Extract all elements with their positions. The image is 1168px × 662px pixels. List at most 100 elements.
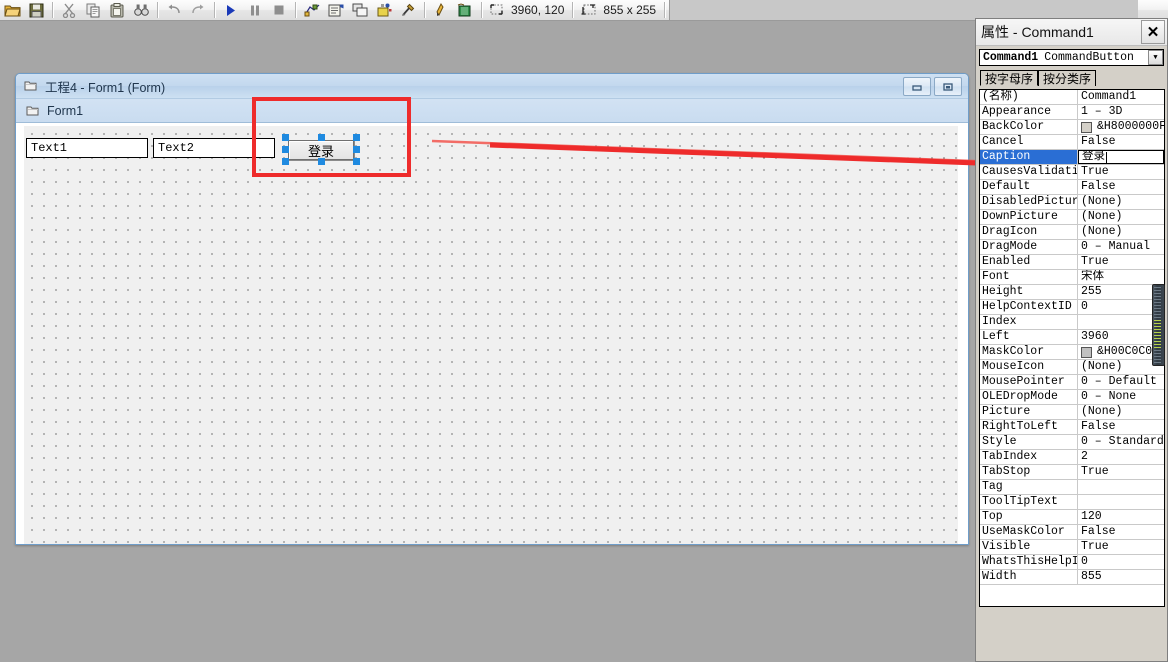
property-row[interactable]: DragMode 0 – Manual [980, 240, 1164, 255]
property-row[interactable]: Cancel False [980, 135, 1164, 150]
designer-minimize-button[interactable] [903, 77, 931, 96]
property-row[interactable]: Index [980, 315, 1164, 330]
property-value[interactable]: (None) [1078, 195, 1164, 209]
property-value[interactable]: 1 – 3D [1078, 105, 1164, 119]
property-row[interactable]: (名称) Command1 [980, 90, 1164, 105]
property-row[interactable]: UseMaskColor False [980, 525, 1164, 540]
property-row[interactable]: BackColor&H8000000F& [980, 120, 1164, 135]
textbox-text1[interactable]: Text1 [26, 138, 148, 158]
property-row[interactable]: ToolTipText [980, 495, 1164, 510]
object-browser-icon[interactable] [372, 0, 396, 20]
properties-vertical-scrollbar-thumb[interactable] [1152, 284, 1165, 366]
property-row[interactable]: DragIcon (None) [980, 225, 1164, 240]
property-row[interactable]: Enabled True [980, 255, 1164, 270]
property-value[interactable]: 120 [1078, 510, 1164, 524]
form-layout-icon[interactable] [348, 0, 372, 20]
property-value[interactable] [1078, 495, 1164, 509]
property-row[interactable]: Top 120 [980, 510, 1164, 525]
find-icon[interactable] [129, 0, 153, 20]
property-row[interactable]: WhatsThisHelpID 0 [980, 555, 1164, 570]
property-value[interactable]: 宋体 [1078, 270, 1164, 284]
property-row[interactable]: TabStop True [980, 465, 1164, 480]
property-value[interactable]: &H8000000F& [1078, 120, 1164, 134]
start-icon[interactable] [219, 0, 243, 20]
object-selector-combobox[interactable]: Command1 CommandButton ▼ [979, 49, 1164, 66]
resize-handle-sw[interactable] [282, 158, 289, 165]
cut-icon[interactable] [57, 0, 81, 20]
property-row[interactable]: Appearance 1 – 3D [980, 105, 1164, 120]
property-row[interactable]: HelpContextID 0 [980, 300, 1164, 315]
property-value[interactable]: 0 – Manual [1078, 240, 1164, 254]
designer-restore-button[interactable] [934, 77, 962, 96]
property-row[interactable]: Caption 登录 [980, 150, 1164, 165]
designer-title-bar[interactable]: 工程4 - Form1 (Form) [16, 74, 968, 99]
property-row[interactable]: MaskColor&H00C0C0C0& [980, 345, 1164, 360]
tab-categorized[interactable]: 按分类序 [1038, 70, 1097, 86]
resize-handle-e[interactable] [353, 146, 360, 153]
close-icon[interactable]: ✕ [1141, 20, 1165, 44]
property-value[interactable]: (None) [1078, 225, 1164, 239]
property-value[interactable]: 0 – Standard [1078, 435, 1164, 449]
property-value[interactable]: True [1078, 165, 1164, 179]
resize-handle-nw[interactable] [282, 134, 289, 141]
property-value[interactable]: False [1078, 525, 1164, 539]
resize-handle-ne[interactable] [353, 134, 360, 141]
property-row[interactable]: RightToLeft False [980, 420, 1164, 435]
property-row[interactable]: Visible True [980, 540, 1164, 555]
property-value[interactable] [1078, 480, 1164, 494]
project-explorer-icon[interactable] [300, 0, 324, 20]
property-value[interactable]: 2 [1078, 450, 1164, 464]
property-value[interactable]: False [1078, 180, 1164, 194]
property-row[interactable]: Tag [980, 480, 1164, 495]
resize-handle-se[interactable] [353, 158, 360, 165]
property-row[interactable]: Width 855 [980, 570, 1164, 585]
chevron-down-icon[interactable]: ▼ [1148, 50, 1163, 65]
property-row[interactable]: MouseIcon (None) [980, 360, 1164, 375]
property-value[interactable]: False [1078, 420, 1164, 434]
property-value[interactable]: True [1078, 540, 1164, 554]
save-project-icon[interactable] [24, 0, 48, 20]
resize-handle-n[interactable] [318, 134, 325, 141]
property-row[interactable]: Default False [980, 180, 1164, 195]
property-value[interactable]: False [1078, 135, 1164, 149]
toolbox-icon[interactable] [396, 0, 420, 20]
property-value[interactable]: (None) [1078, 210, 1164, 224]
open-project-icon[interactable] [0, 0, 24, 20]
properties-grid[interactable]: (名称) Command1 Appearance 1 – 3D BackColor &H8… [979, 89, 1165, 607]
data-view-icon[interactable] [453, 0, 477, 20]
property-value[interactable]: 登录 [1078, 150, 1164, 164]
form-caption-bar[interactable]: Form1 [16, 99, 968, 123]
property-row[interactable]: Style 0 – Standard [980, 435, 1164, 450]
property-row[interactable]: Picture (None) [980, 405, 1164, 420]
resize-handle-w[interactable] [282, 146, 289, 153]
textbox-text2[interactable]: Text2 [153, 138, 275, 158]
properties-window-icon[interactable] [324, 0, 348, 20]
property-value[interactable]: Command1 [1078, 90, 1164, 104]
property-row[interactable]: CausesValidationTrue [980, 165, 1164, 180]
resize-handle-s[interactable] [318, 158, 325, 165]
property-value[interactable]: 0 [1078, 555, 1164, 569]
property-value[interactable]: 855 [1078, 570, 1164, 584]
property-value[interactable]: 0 – Default [1078, 375, 1164, 389]
property-row[interactable]: MousePointer 0 – Default [980, 375, 1164, 390]
form-design-surface[interactable]: Text1 Text2 登录 [24, 126, 958, 544]
property-row[interactable]: Left 3960 [980, 330, 1164, 345]
property-value[interactable]: True [1078, 255, 1164, 269]
property-row[interactable]: DisabledPicture (None) [980, 195, 1164, 210]
redo-icon[interactable] [186, 0, 210, 20]
color-palette-icon[interactable] [429, 0, 453, 20]
commandbutton-command1[interactable]: 登录 [288, 140, 354, 160]
tab-alphabetic[interactable]: 按字母序 [980, 70, 1039, 86]
copy-icon[interactable] [81, 0, 105, 20]
property-row[interactable]: Height 255 [980, 285, 1164, 300]
break-icon[interactable] [243, 0, 267, 20]
property-row[interactable]: OLEDropMode 0 – None [980, 390, 1164, 405]
undo-icon[interactable] [162, 0, 186, 20]
end-icon[interactable] [267, 0, 291, 20]
property-value[interactable]: 0 – None [1078, 390, 1164, 404]
paste-icon[interactable] [105, 0, 129, 20]
property-row[interactable]: Font 宋体 [980, 270, 1164, 285]
property-row[interactable]: TabIndex 2 [980, 450, 1164, 465]
property-value[interactable]: (None) [1078, 405, 1164, 419]
property-row[interactable]: DownPicture (None) [980, 210, 1164, 225]
